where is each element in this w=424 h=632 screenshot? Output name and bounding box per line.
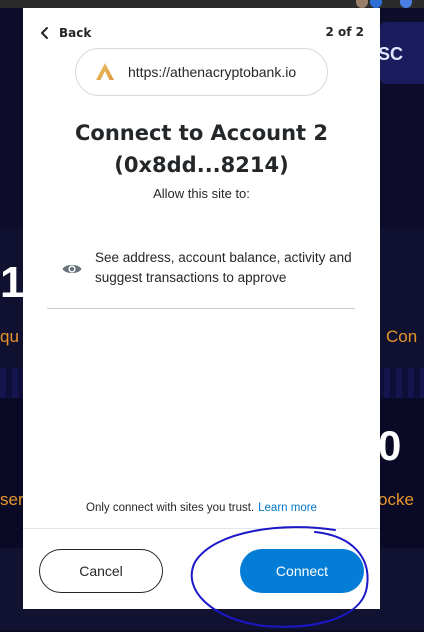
- eye-icon: [62, 264, 82, 274]
- title-account-address: (0x8dd...8214): [114, 153, 289, 177]
- title-account-name: Connect to Account 2: [75, 121, 328, 145]
- trust-notice: Only connect with sites you trust. Learn …: [23, 502, 380, 514]
- back-label: Back: [59, 26, 92, 40]
- connect-button[interactable]: Connect: [240, 549, 364, 593]
- site-url: https://athenacryptobank.io: [128, 64, 297, 80]
- learn-more-link[interactable]: Learn more: [258, 502, 317, 514]
- connect-popup: Back 2 of 2 https://athenacryptobank.io …: [23, 8, 380, 609]
- extension-profile-icon[interactable]: [400, 0, 412, 8]
- page-title: Connect to Account 2 (0x8dd...8214): [23, 117, 380, 181]
- back-button[interactable]: Back: [37, 25, 91, 41]
- chevron-left-icon: [41, 27, 48, 39]
- extension-avatar-icon[interactable]: [356, 0, 368, 8]
- permission-text: See address, account balance, activity a…: [95, 250, 352, 285]
- athena-logo-icon: [96, 63, 114, 80]
- browser-extension-icons: [356, 0, 424, 8]
- extension-badge-icon[interactable]: [370, 0, 382, 8]
- stat-value-right: 0: [378, 422, 402, 469]
- page-counter: 2 of 2: [325, 25, 364, 39]
- stat-label-right-2: ocke: [378, 490, 414, 509]
- allow-heading: Allow this site to:: [153, 186, 250, 201]
- cancel-button[interactable]: Cancel: [39, 549, 163, 593]
- permission-item: See address, account balance, activity a…: [47, 240, 355, 309]
- trust-text: Only connect with sites you trust.: [86, 502, 255, 514]
- stat-label-left: qu: [0, 327, 19, 346]
- stat-label-left-2: ser: [0, 490, 24, 509]
- network-label: SC: [378, 44, 404, 64]
- site-origin-pill: https://athenacryptobank.io: [75, 48, 328, 96]
- popup-footer: Cancel Connect: [23, 528, 380, 610]
- stat-label-right: Con: [386, 327, 418, 346]
